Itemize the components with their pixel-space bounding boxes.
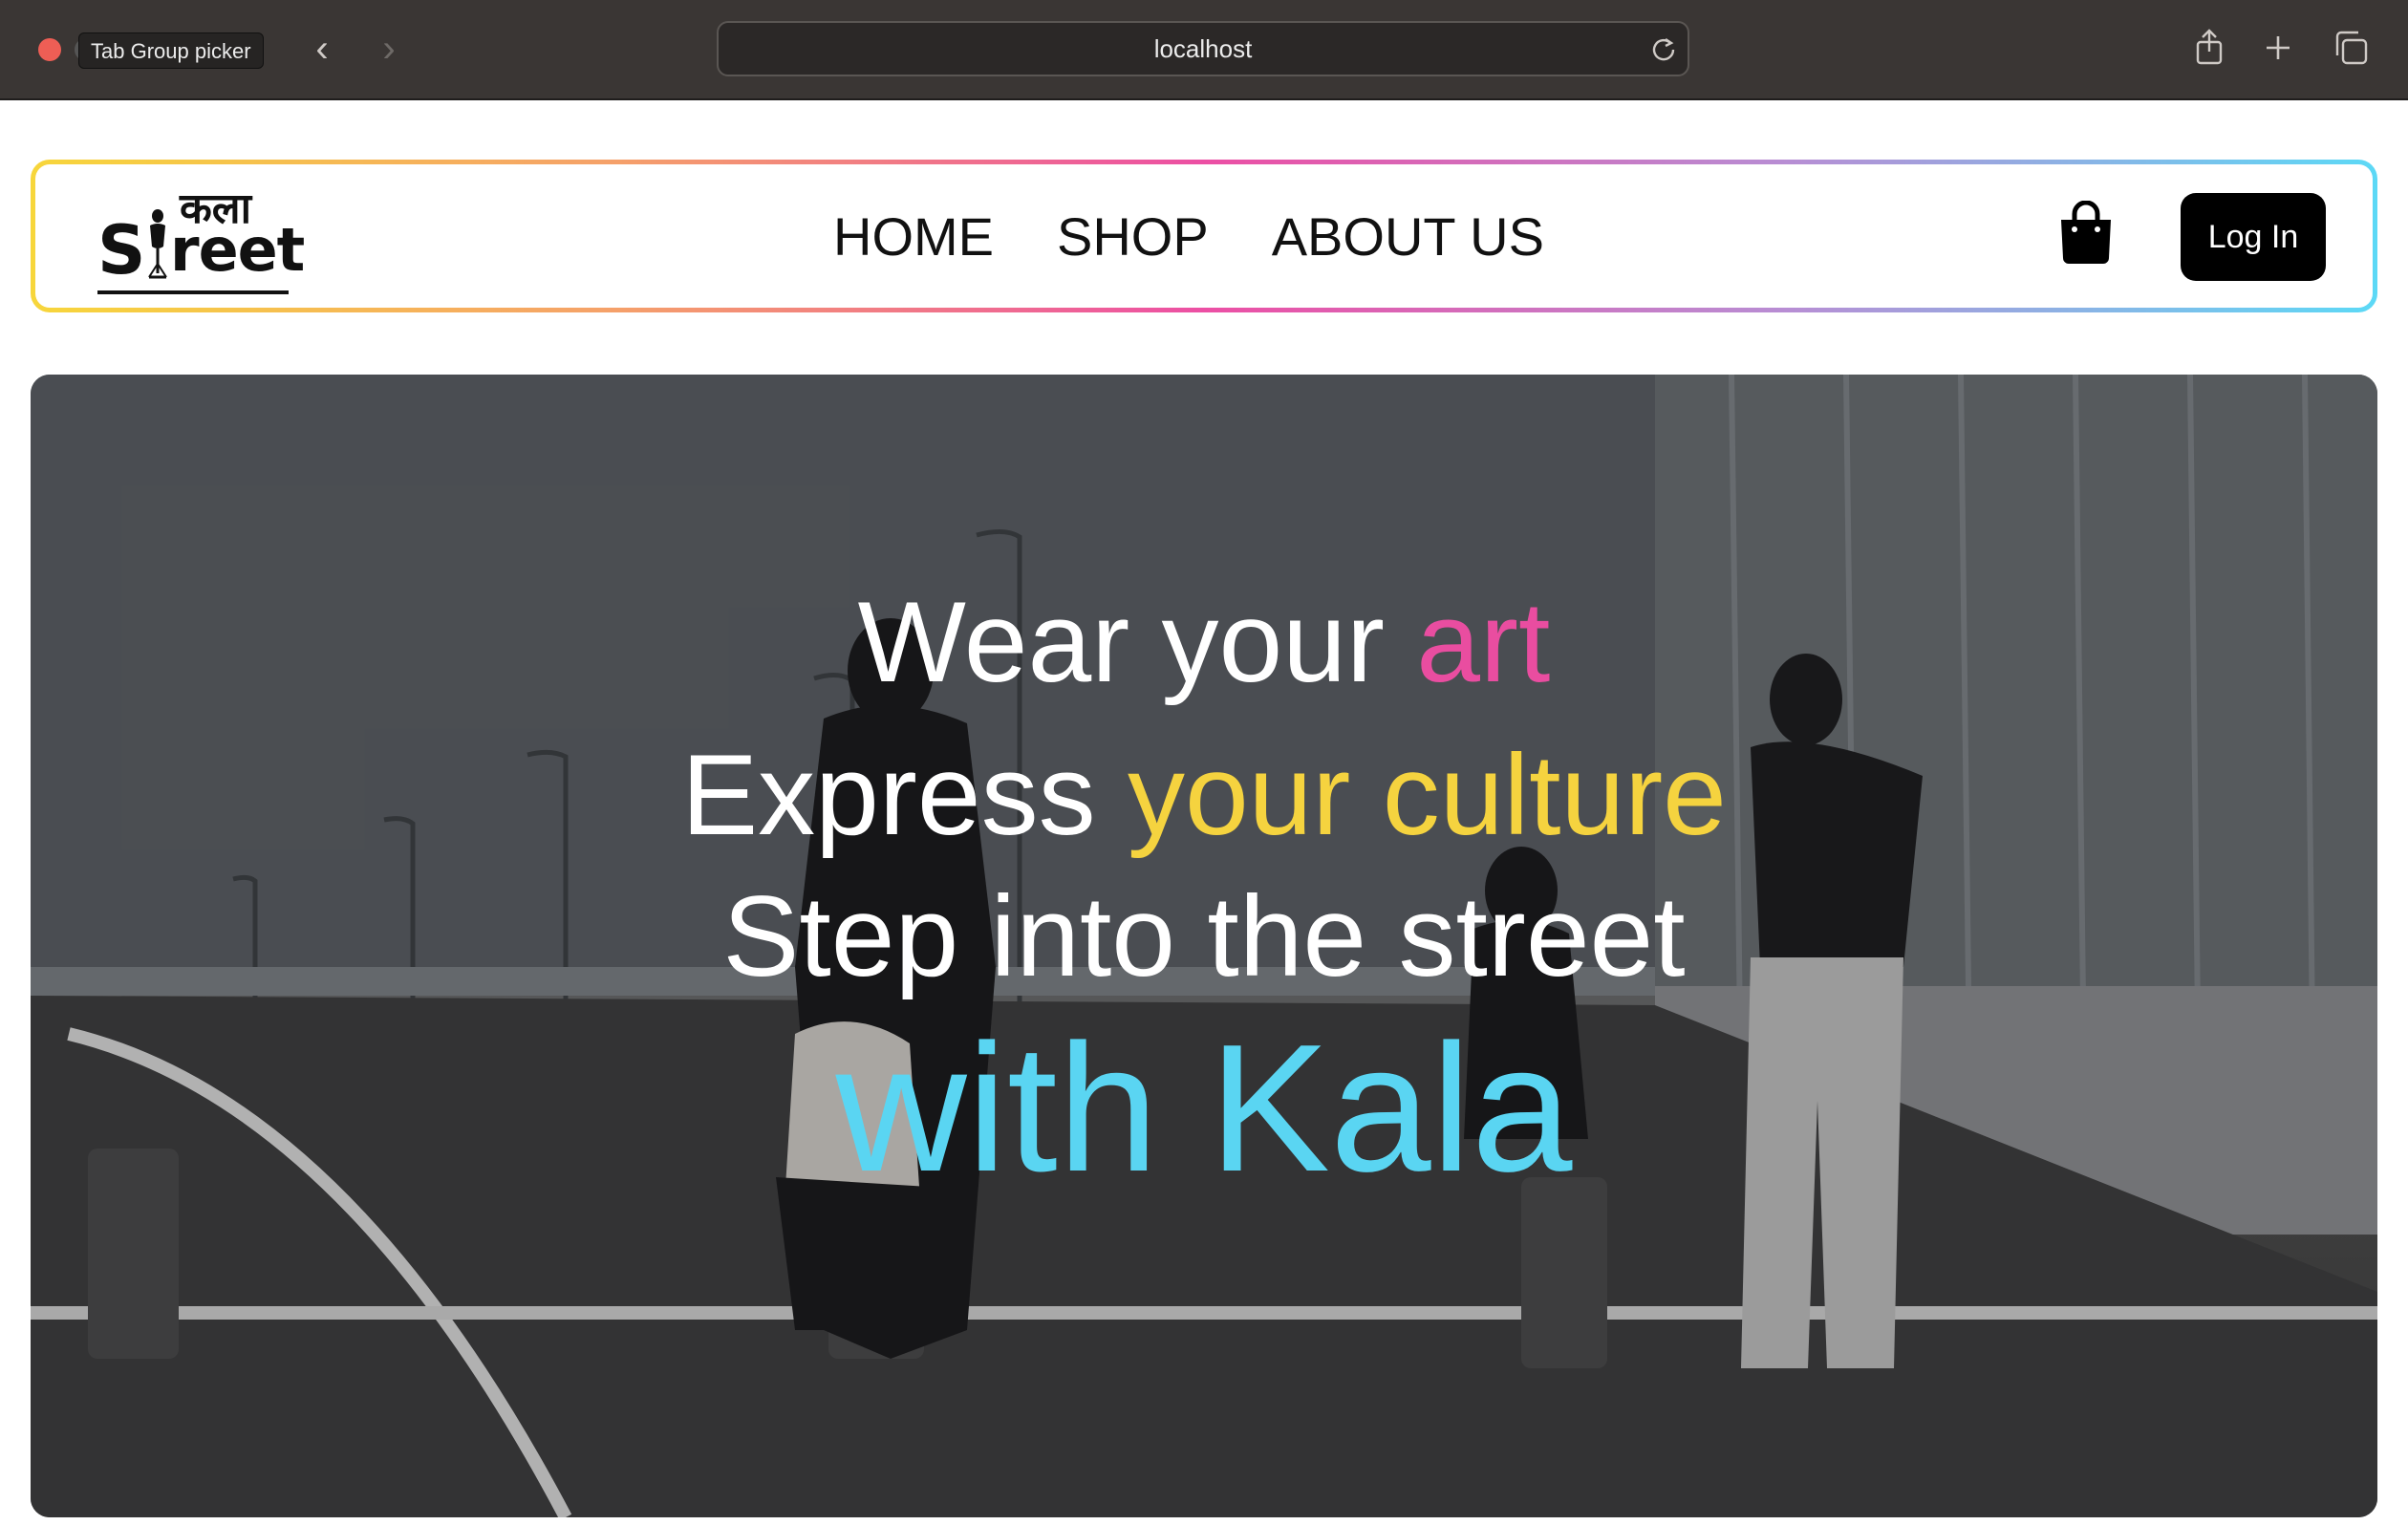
new-tab-icon[interactable] — [2257, 27, 2299, 69]
hero-line-1: Wear your art — [31, 575, 2377, 709]
nav-about-us[interactable]: ABOUT US — [1272, 205, 1544, 268]
reload-icon[interactable] — [1649, 34, 1678, 63]
hero-banner: Wear your art Express your culture Step … — [31, 375, 2377, 1517]
chevron-left-icon[interactable]: ‹ — [308, 29, 336, 69]
nav-home[interactable]: HOME — [833, 205, 994, 268]
browser-toolbar: Tab Group picker ‹ › localhost — [0, 0, 2408, 100]
site-header: कला S reet HOME SHOP ABOUT US Log In — [31, 160, 2377, 312]
hero-line-1-text: Wear your — [857, 578, 1417, 706]
hero-line-1-accent: art — [1416, 578, 1551, 706]
logo-underline — [97, 290, 289, 294]
shopping-bag-icon[interactable] — [2057, 201, 2115, 264]
hero-line-4: with Kala — [835, 1007, 1573, 1210]
kala-street-logo[interactable]: कला S reet — [97, 185, 317, 294]
logo-reet-text: reet — [170, 215, 305, 285]
nav-shop[interactable]: SHOP — [1057, 205, 1209, 268]
hero-line-3: Step into the street — [722, 872, 1686, 1000]
hero-line-2: Express your culture — [31, 728, 2377, 862]
close-window-button[interactable] — [38, 38, 61, 61]
tab-overview-icon[interactable] — [2330, 27, 2372, 69]
login-button[interactable]: Log In — [2181, 193, 2326, 281]
main-nav: HOME SHOP ABOUT US — [833, 164, 1544, 308]
chevron-right-icon[interactable]: › — [375, 29, 403, 69]
logo-s-letter: S — [97, 211, 146, 290]
url-text: localhost — [1153, 34, 1253, 63]
share-icon[interactable] — [2188, 27, 2230, 69]
mannequin-icon — [148, 209, 167, 279]
tab-group-picker-tooltip: Tab Group picker — [78, 32, 264, 69]
hero-line-2-accent: your culture — [1127, 731, 1727, 859]
address-bar[interactable]: localhost — [717, 21, 1689, 76]
hero-line-2-text: Express — [681, 731, 1128, 859]
